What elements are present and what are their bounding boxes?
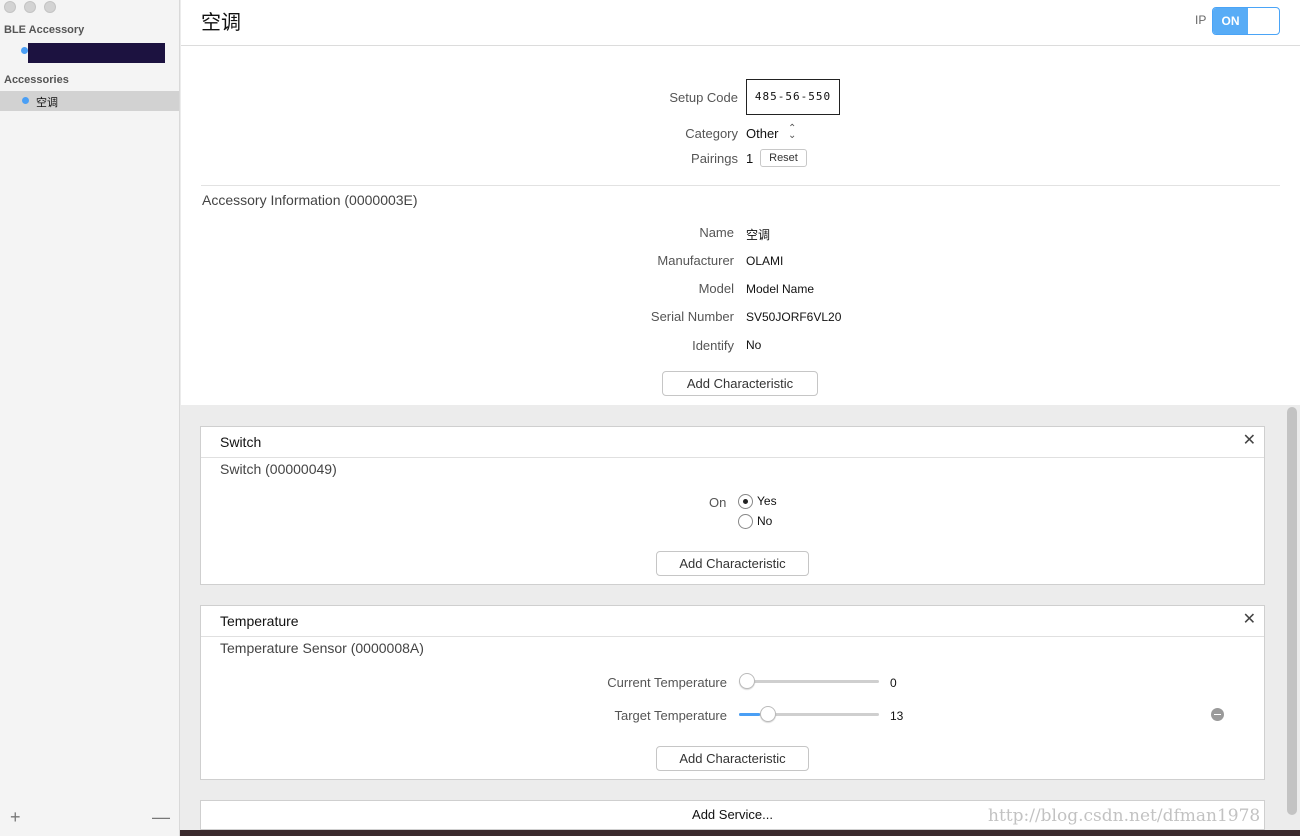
identify-label: Identify xyxy=(692,338,734,353)
window-controls xyxy=(4,1,56,13)
status-dot-icon xyxy=(21,47,28,54)
reset-button[interactable]: Reset xyxy=(760,149,807,167)
target-temperature-slider[interactable] xyxy=(739,706,879,722)
name-label: Name xyxy=(699,225,734,240)
page-title: 空调 xyxy=(201,12,241,34)
service-subtitle: Switch (00000049) xyxy=(220,461,337,477)
scrollbar[interactable] xyxy=(1287,407,1297,815)
pairings-label: Pairings xyxy=(691,151,738,166)
add-accessory-button[interactable]: + xyxy=(10,808,21,826)
radio-no-label: No xyxy=(757,514,773,528)
zoom-window-icon[interactable] xyxy=(44,1,56,13)
radio-yes-label: Yes xyxy=(757,494,777,508)
manufacturer-label: Manufacturer xyxy=(657,253,734,268)
panel-header: Switch ✕ xyxy=(201,427,1264,458)
target-temperature-label: Target Temperature xyxy=(614,708,728,723)
model-label: Model xyxy=(698,281,734,296)
current-temperature-value: 0 xyxy=(890,676,897,690)
updown-chevron-icon[interactable]: ⌃ ⌄ xyxy=(788,124,796,141)
status-dot-icon xyxy=(22,97,29,104)
watermark: http://blog.csdn.net/dfman1978 xyxy=(988,806,1261,826)
setup-code-value: 485-56-550 xyxy=(746,79,840,115)
service-subtitle: Temperature Sensor (0000008A) xyxy=(220,640,424,656)
radio-no[interactable] xyxy=(738,514,753,529)
add-characteristic-button[interactable]: Add Characteristic xyxy=(656,551,809,576)
sidebar: BLE Accessory Accessories 空调 + — xyxy=(0,0,180,836)
panel-header-label: Switch xyxy=(220,434,262,450)
on-label: On xyxy=(709,495,727,510)
desktop-background xyxy=(180,830,1300,836)
add-characteristic-button[interactable]: Add Characteristic xyxy=(656,746,809,771)
manufacturer-value: OLAMI xyxy=(746,254,784,268)
accessory-detail: 空调 IP ON Setup Code 485-56-550 Category … xyxy=(181,0,1300,405)
panel-header-label: Temperature xyxy=(220,613,299,629)
category-label: Category xyxy=(685,126,738,141)
current-temperature-slider[interactable] xyxy=(739,673,879,689)
remove-accessory-button[interactable]: — xyxy=(152,808,170,826)
close-icon[interactable]: ✕ xyxy=(1243,611,1256,629)
pairings-value: 1 xyxy=(746,151,754,166)
minimize-window-icon[interactable] xyxy=(24,1,36,13)
panel-header: Temperature ✕ xyxy=(201,606,1264,637)
divider xyxy=(201,185,1280,186)
setup-code-label: Setup Code xyxy=(669,90,738,105)
name-value: 空调 xyxy=(746,228,771,242)
sidebar-section-ble: BLE Accessory xyxy=(4,24,85,36)
redacted-accessory-name[interactable] xyxy=(28,43,165,63)
slider-knob[interactable] xyxy=(739,673,755,689)
target-temperature-value: 13 xyxy=(890,709,904,723)
remove-characteristic-icon[interactable] xyxy=(1211,708,1224,721)
toggle-on-label: ON xyxy=(1213,8,1248,34)
slider-fill xyxy=(739,713,760,716)
ip-label: IP xyxy=(1195,13,1207,27)
sidebar-item-label: 空调 xyxy=(36,97,58,109)
current-temperature-label: Current Temperature xyxy=(607,675,727,690)
identify-value: No xyxy=(746,338,762,352)
close-icon[interactable]: ✕ xyxy=(1243,432,1256,450)
add-characteristic-button[interactable]: Add Characteristic xyxy=(662,371,818,396)
model-value: Model Name xyxy=(746,282,815,296)
accessory-info-title: Accessory Information (0000003E) xyxy=(202,192,418,208)
sidebar-item-accessory[interactable]: 空调 xyxy=(0,91,179,111)
category-select[interactable]: Other xyxy=(746,126,779,141)
radio-yes[interactable] xyxy=(738,494,753,509)
service-panel-temperature: Temperature ✕ Temperature Sensor (000000… xyxy=(200,605,1265,780)
serial-number-value: SV50JORF6VL20 xyxy=(746,310,842,324)
slider-knob[interactable] xyxy=(760,706,776,722)
ip-toggle[interactable]: ON xyxy=(1212,7,1280,35)
close-window-icon[interactable] xyxy=(4,1,16,13)
sidebar-section-accessories: Accessories xyxy=(4,74,69,86)
divider xyxy=(181,45,1300,46)
serial-number-label: Serial Number xyxy=(650,309,734,324)
service-panel-switch: Switch ✕ Switch (00000049) On Yes No Add… xyxy=(200,426,1265,585)
